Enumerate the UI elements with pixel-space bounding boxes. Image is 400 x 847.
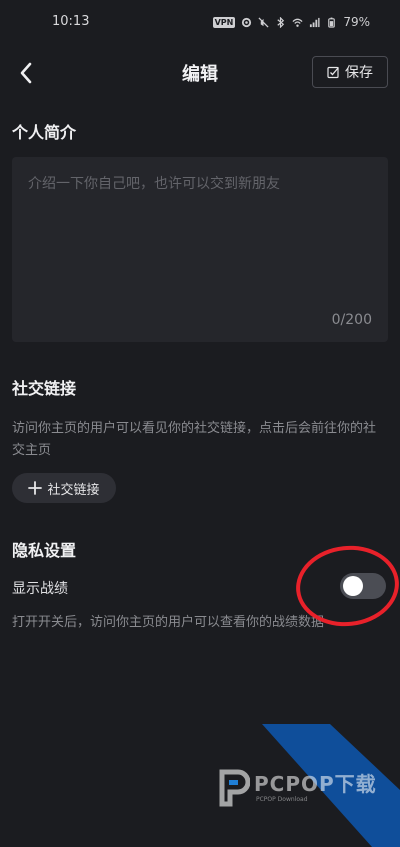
bio-char-counter: 0/200 (331, 312, 372, 328)
bio-placeholder: 介绍一下你自己吧，也许可以交到新朋友 (28, 176, 280, 192)
save-button[interactable]: 保存 (312, 56, 388, 88)
bluetooth-icon (277, 16, 285, 28)
edit-check-icon (327, 66, 339, 78)
plus-icon (28, 481, 43, 495)
toggle-knob (343, 576, 363, 596)
show-record-label: 显示战绩 (12, 581, 68, 597)
status-icons: VPN 79% (212, 15, 370, 29)
bio-section-title: 个人简介 (12, 123, 77, 142)
privacy-description: 打开开关后，访问你主页的用户可以查看你的战绩数据 (12, 615, 325, 630)
add-social-label: 社交链接 (47, 482, 100, 498)
mute-icon (258, 16, 269, 28)
social-description: 访问你主页的用户可以看见你的社交链接，点击后会前往你的社交主页 (12, 421, 377, 458)
vpn-icon: VPN (212, 16, 236, 28)
signal-icon (310, 17, 320, 27)
bio-input[interactable]: 介绍一下你自己吧，也许可以交到新朋友 0/200 (12, 157, 388, 342)
battery-percent: 79% (343, 15, 370, 29)
social-section-title: 社交链接 (12, 379, 77, 398)
status-bar: 10:13 VPN 79% (0, 0, 400, 44)
show-record-toggle[interactable] (340, 573, 386, 599)
status-time: 10:13 (52, 14, 90, 29)
watermark-sub: PCPOP Download (256, 796, 308, 803)
add-social-link-button[interactable]: 社交链接 (12, 473, 116, 503)
save-label: 保存 (345, 65, 373, 81)
pcpop-logo-icon (219, 769, 250, 807)
settings-icon (242, 17, 252, 27)
privacy-section-title: 隐私设置 (12, 541, 77, 560)
battery-icon (328, 17, 336, 28)
watermark-brand: PCPOP下载 (254, 772, 377, 796)
wifi-icon (292, 18, 303, 27)
